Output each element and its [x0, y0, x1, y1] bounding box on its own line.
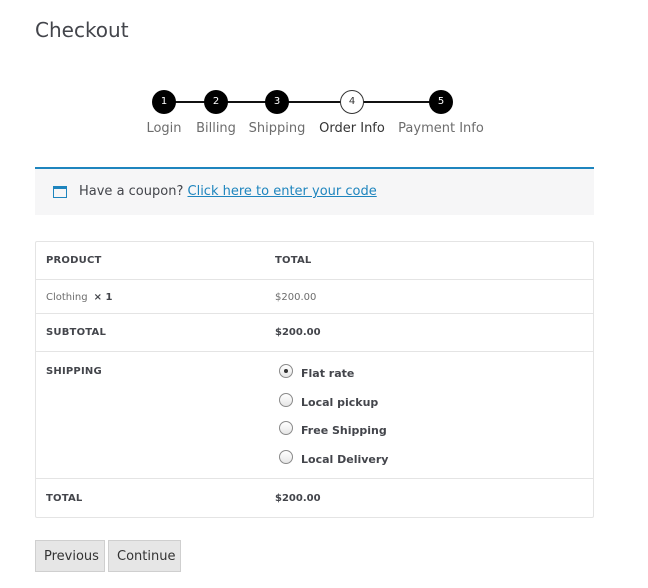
- local-pickup-radio[interactable]: [279, 393, 293, 407]
- table-row: Clothing × 1 $200.00: [36, 280, 593, 314]
- step-3-label[interactable]: Shipping: [249, 121, 306, 136]
- order-total-row: TOTAL $200.00: [36, 479, 593, 517]
- table-header-row: PRODUCT TOTAL: [36, 242, 593, 280]
- step-5-dot[interactable]: 5: [429, 90, 453, 114]
- step-1-label[interactable]: Login: [146, 121, 181, 136]
- free-shipping-label[interactable]: Free Shipping: [301, 424, 387, 437]
- order-total-label: TOTAL: [46, 493, 83, 504]
- order-review-table: PRODUCT TOTAL Clothing × 1 $200.00 SUBTOT…: [35, 241, 594, 518]
- calendar-icon: [53, 186, 67, 198]
- step-2-label[interactable]: Billing: [196, 121, 236, 136]
- step-4-label[interactable]: Order Info: [319, 121, 385, 136]
- subtotal-label: SUBTOTAL: [46, 327, 107, 338]
- step-4-dot[interactable]: 4: [340, 90, 364, 114]
- local-delivery-label[interactable]: Local Delivery: [301, 453, 388, 466]
- local-delivery-radio[interactable]: [279, 450, 293, 464]
- coupon-link[interactable]: Click here to enter your code: [188, 184, 377, 199]
- product-label: Clothing: [46, 292, 88, 303]
- coupon-notice: Have a coupon? Click here to enter your …: [35, 167, 594, 215]
- free-shipping-radio[interactable]: [279, 421, 293, 435]
- step-3-dot[interactable]: 3: [265, 90, 289, 114]
- subtotal-row: SUBTOTAL $200.00: [36, 314, 593, 352]
- shipping-row: SHIPPING Flat rate Local pickup Free Shi…: [36, 352, 593, 479]
- coupon-message: Have a coupon? Click here to enter your …: [79, 184, 377, 199]
- checkout-stepper: 1 2 3 4 5 Login Billing Shipping Order I…: [0, 90, 648, 150]
- product-quantity: × 1: [93, 292, 113, 303]
- subtotal-value: $200.00: [275, 327, 321, 338]
- page-title: Checkout: [35, 18, 129, 42]
- flat-rate-radio[interactable]: [279, 364, 293, 378]
- previous-button[interactable]: Previous: [35, 540, 105, 572]
- shipping-label: SHIPPING: [46, 366, 102, 377]
- total-column-header: TOTAL: [275, 255, 312, 266]
- step-1-dot[interactable]: 1: [152, 90, 176, 114]
- order-total-value: $200.00: [275, 493, 321, 504]
- flat-rate-label[interactable]: Flat rate: [301, 367, 354, 380]
- product-total: $200.00: [275, 292, 317, 303]
- continue-button[interactable]: Continue: [108, 540, 181, 572]
- coupon-text: Have a coupon?: [79, 184, 184, 199]
- product-name: Clothing × 1: [46, 292, 112, 303]
- product-column-header: PRODUCT: [46, 255, 102, 266]
- step-2-dot[interactable]: 2: [204, 90, 228, 114]
- local-pickup-label[interactable]: Local pickup: [301, 396, 378, 409]
- step-5-label[interactable]: Payment Info: [398, 121, 484, 136]
